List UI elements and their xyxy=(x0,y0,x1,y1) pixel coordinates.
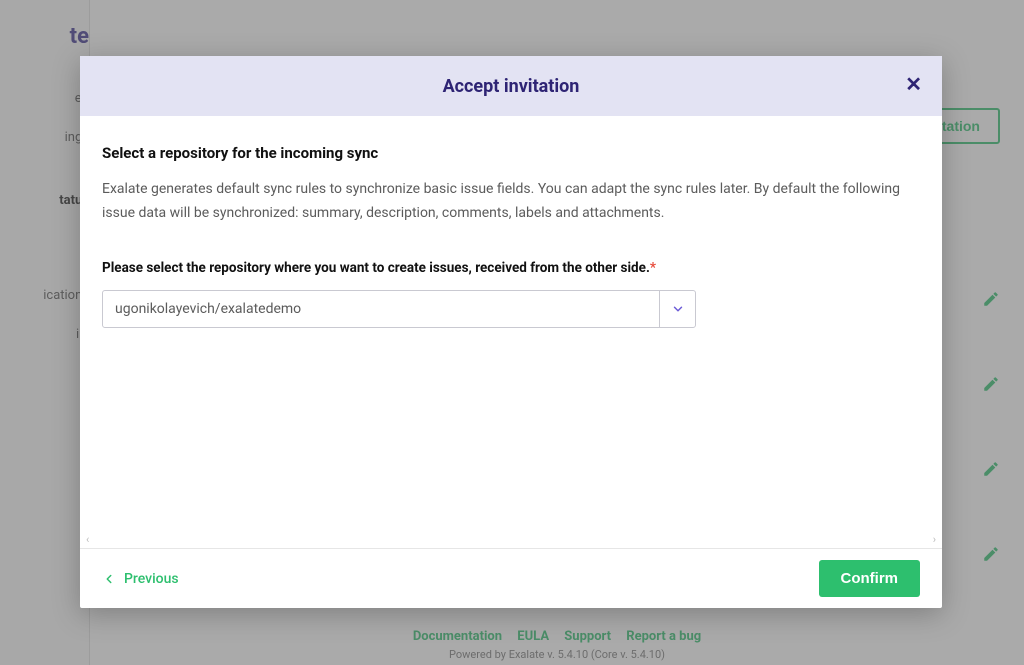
previous-button[interactable]: Previous xyxy=(102,571,179,587)
repository-field-label: Please select the repository where you w… xyxy=(102,260,920,276)
repository-dropdown-value: ugonikolayevich/exalatedemo xyxy=(103,301,659,317)
confirm-button[interactable]: Confirm xyxy=(819,560,921,597)
required-asterisk: * xyxy=(650,260,656,276)
section-description: Exalate generates default sync rules to … xyxy=(102,178,920,226)
close-icon[interactable]: ✕ xyxy=(905,74,922,94)
modal-footer: Previous Confirm xyxy=(80,548,942,608)
repository-dropdown[interactable]: ugonikolayevich/exalatedemo xyxy=(102,290,696,328)
scroll-right-icon: › xyxy=(933,533,936,546)
modal-title: Accept invitation xyxy=(443,76,580,97)
section-title: Select a repository for the incoming syn… xyxy=(102,144,920,162)
chevron-down-icon[interactable] xyxy=(659,291,695,327)
previous-button-label: Previous xyxy=(124,571,179,587)
modal-header: Accept invitation ✕ xyxy=(80,56,942,116)
scroll-left-icon: ‹ xyxy=(86,533,89,546)
chevron-left-icon xyxy=(102,572,116,586)
modal-body: Select a repository for the incoming syn… xyxy=(80,116,942,548)
accept-invitation-modal: Accept invitation ✕ Select a repository … xyxy=(80,56,942,608)
